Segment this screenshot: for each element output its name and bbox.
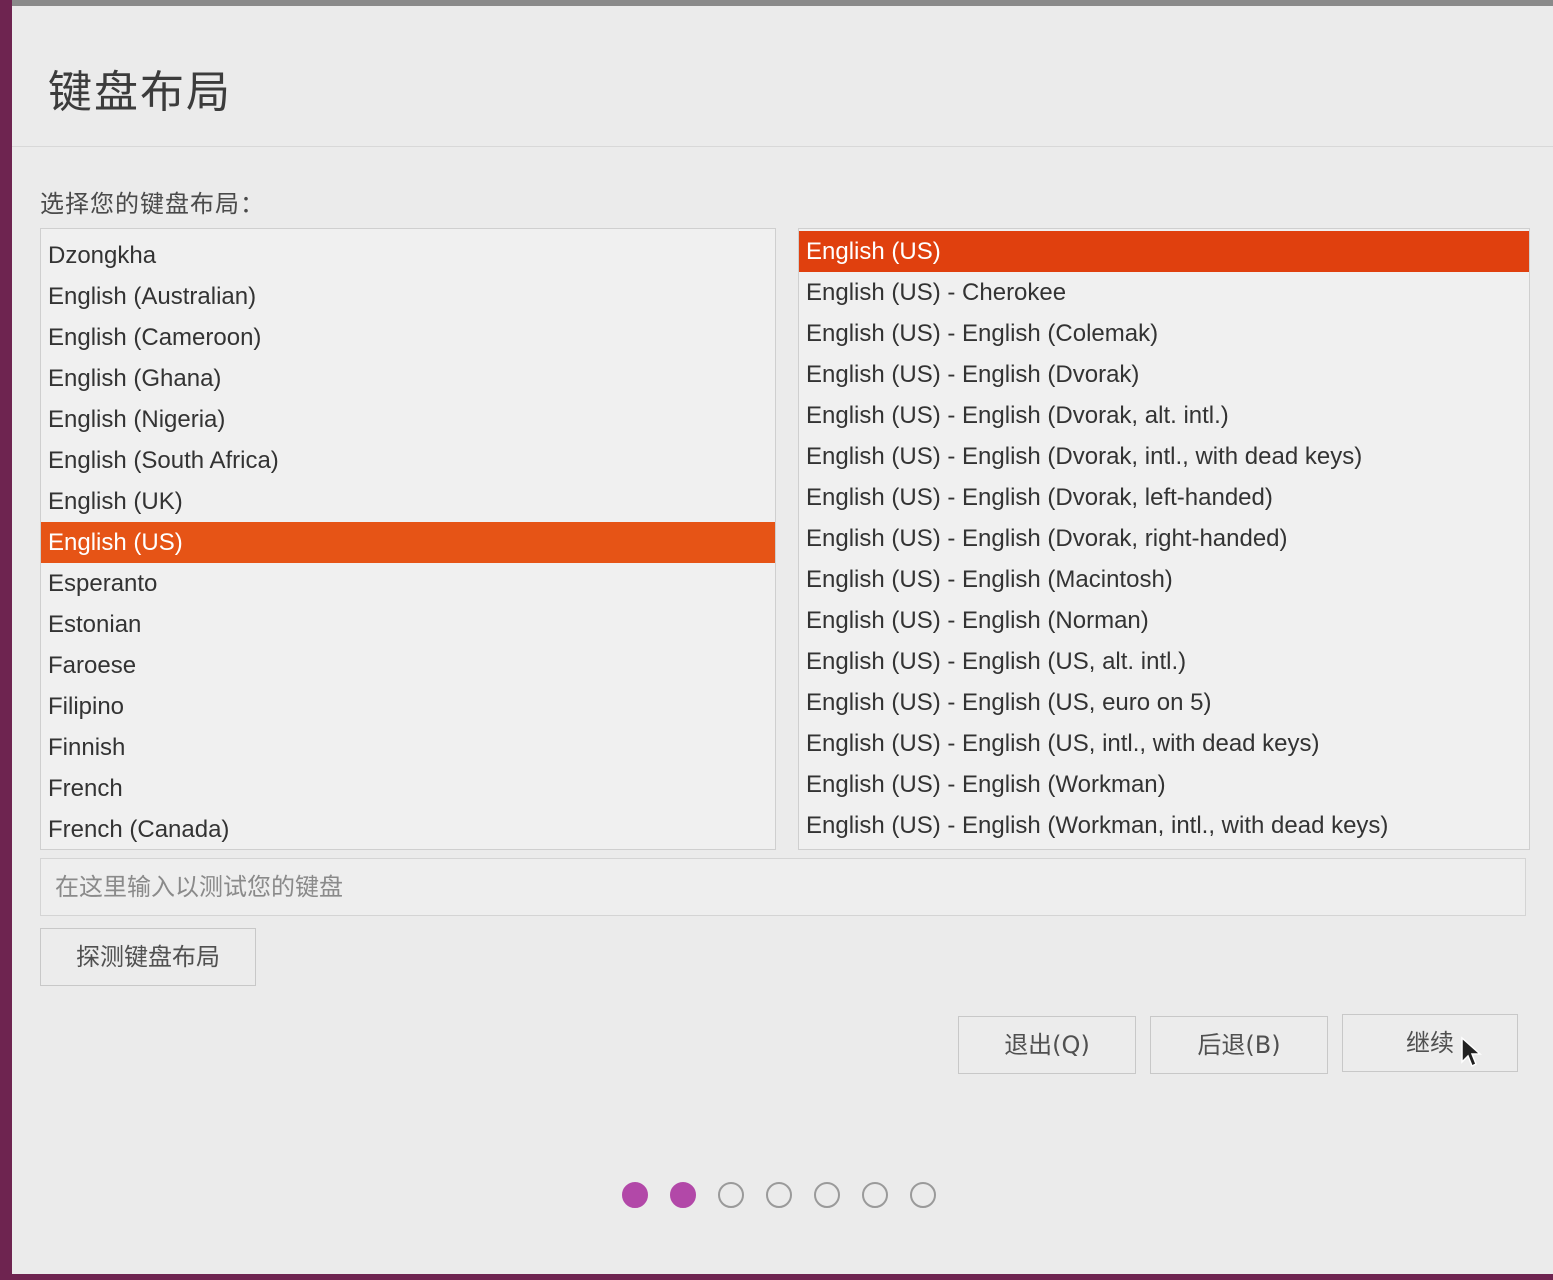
layout-list-item[interactable]: Filipino [41, 686, 775, 727]
variant-list-item[interactable]: English (US) - English (US, euro on 5) [799, 682, 1529, 723]
variant-list-item[interactable]: English (US) [799, 231, 1529, 272]
layout-list-item[interactable]: English (Nigeria) [41, 399, 775, 440]
page-title: 键盘布局 [48, 67, 232, 118]
variant-list-item[interactable]: English (US) - English (US, intl., with … [799, 723, 1529, 764]
layout-list-item[interactable]: English (Australian) [41, 276, 775, 317]
layout-list-item[interactable]: Finnish [41, 727, 775, 768]
variant-list-item[interactable]: English (US) - English (Dvorak, left-han… [799, 477, 1529, 518]
variant-list-item[interactable]: English (US) - English (Workman, intl., … [799, 805, 1529, 846]
mouse-pointer-icon [1461, 1036, 1482, 1068]
progress-dot [670, 1182, 696, 1208]
layout-list-item[interactable]: French [41, 768, 775, 809]
variant-list-item[interactable]: English (US) - English (Colemak) [799, 313, 1529, 354]
layout-list-item[interactable]: Esperanto [41, 563, 775, 604]
variant-list-item[interactable]: English (US) - English (Dvorak, alt. int… [799, 395, 1529, 436]
layout-list-item[interactable]: English (South Africa) [41, 440, 775, 481]
layout-list[interactable]: Dzongkha English (Australian) English (Cam… [40, 228, 776, 850]
layout-list-item[interactable]: Dzongkha [41, 235, 775, 276]
layout-list-item[interactable]: Faroese [41, 645, 775, 686]
variant-list-item[interactable]: English (US) - English (Dvorak, intl., w… [799, 436, 1529, 477]
variant-list-item[interactable]: English (US) - English (Norman) [799, 600, 1529, 641]
layout-list-item[interactable]: French (Canada) [41, 809, 775, 849]
progress-dot [766, 1182, 792, 1208]
keyboard-test-input[interactable] [40, 858, 1526, 916]
progress-dot [622, 1182, 648, 1208]
variant-list-item[interactable]: English (US) - English (Macintosh) [799, 559, 1529, 600]
header: 键盘布局 [12, 6, 1553, 147]
back-button[interactable]: 后退(B) [1150, 1016, 1328, 1074]
progress-dot [910, 1182, 936, 1208]
layout-prompt: 选择您的键盘布局： [40, 190, 265, 218]
layout-list-item[interactable]: English (US) [41, 522, 775, 563]
installer-window: 键盘布局 选择您的键盘布局： Dzongkha English (Australi… [12, 0, 1553, 1274]
variant-list-item[interactable]: English (US) - English (Workman) [799, 764, 1529, 805]
layout-list-item[interactable]: English (UK) [41, 481, 775, 522]
progress-dot [718, 1182, 744, 1208]
variant-list-item[interactable]: English (US) - English (US, alt. intl.) [799, 641, 1529, 682]
layout-list-item[interactable]: Estonian [41, 604, 775, 645]
variant-list-item[interactable]: English (US) - English (Dvorak) [799, 354, 1529, 395]
progress-dots [622, 1182, 936, 1208]
layout-list-item[interactable]: English (Ghana) [41, 358, 775, 399]
quit-button[interactable]: 退出(Q) [958, 1016, 1136, 1074]
continue-button[interactable]: 继续 [1342, 1014, 1518, 1072]
variant-list-item[interactable]: English (US) - English (Dvorak, right-ha… [799, 518, 1529, 559]
variant-list[interactable]: English (US) English (US) - Cherokee Engli… [798, 228, 1530, 850]
progress-dot [814, 1182, 840, 1208]
variant-list-item[interactable]: English (US) - Cherokee [799, 272, 1529, 313]
detect-layout-button[interactable]: 探测键盘布局 [40, 928, 256, 986]
layout-list-item[interactable]: English (Cameroon) [41, 317, 775, 358]
progress-dot [862, 1182, 888, 1208]
